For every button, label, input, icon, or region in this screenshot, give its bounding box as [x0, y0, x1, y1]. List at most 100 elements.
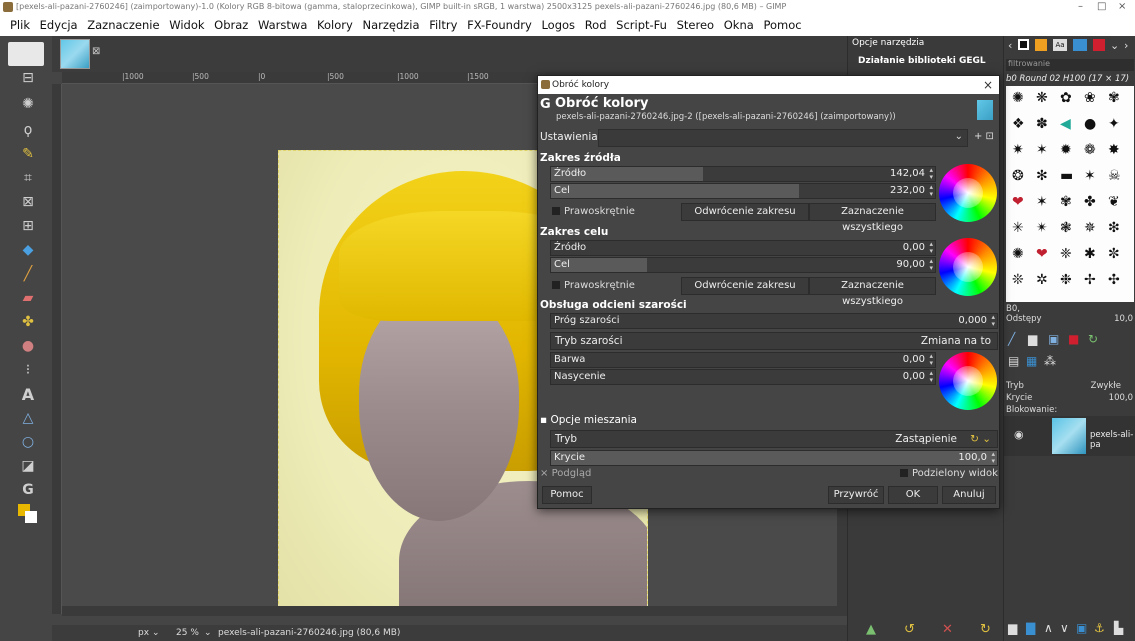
source-from-slider[interactable]: Źródło 142,04 ▴ ▾ [550, 166, 936, 182]
tool-options-tab[interactable]: Opcje narzędzia [852, 38, 924, 48]
bucket-fill-icon[interactable]: ◆ [18, 240, 38, 260]
duplicate-layer-icon[interactable]: ▣ [1076, 621, 1087, 635]
reset-icon[interactable]: ↻ [980, 622, 991, 637]
new-brush-icon[interactable]: ▆ [1028, 332, 1037, 346]
dest-color-wheel[interactable] [939, 238, 997, 296]
blending-options-toggle[interactable]: ▪ Opcje mieszania [540, 414, 637, 426]
horizontal-scrollbar[interactable] [62, 606, 847, 616]
source-select-all-button[interactable]: Zaznaczenie wszystkiego [809, 203, 936, 233]
menu-warstwa[interactable]: Warstwa [258, 18, 307, 32]
restore-icon[interactable]: ↺ [904, 622, 915, 637]
paintbrush-icon[interactable]: ╱ [18, 264, 38, 284]
brush-filter-input[interactable]: filtrowanie [1006, 59, 1134, 71]
menu-fx-foundry[interactable]: FX-Foundry [467, 18, 532, 32]
close-window-button[interactable]: × [1118, 0, 1126, 14]
duplicate-brush-icon[interactable]: ▣ [1048, 332, 1059, 346]
channels-tab-icon[interactable]: ▦ [1026, 354, 1037, 368]
brush-tab-icon[interactable] [1018, 39, 1029, 50]
dest-to-slider[interactable]: Cel 90,00 ▴ ▾ [550, 257, 936, 273]
reset-button[interactable]: Przywróć [828, 486, 884, 504]
unit-selector[interactable]: px [138, 625, 149, 641]
tab-close-icon[interactable]: ⊠ [92, 46, 100, 57]
unified-transform-icon[interactable]: ⊠ [18, 192, 38, 212]
spin-arrows-icon[interactable]: ▴ ▾ [929, 353, 933, 367]
spin-arrows-icon[interactable]: ▴ ▾ [929, 258, 933, 272]
menu-obraz[interactable]: Obraz [214, 18, 248, 32]
raise-layer-icon[interactable]: ∧ [1044, 621, 1053, 635]
pattern-tab-icon[interactable] [1035, 39, 1047, 51]
maximize-button[interactable]: □ [1097, 0, 1106, 14]
delete-brush-icon[interactable]: ■ [1068, 332, 1079, 346]
image-tab-thumbnail[interactable] [60, 39, 90, 69]
warp-transform-icon[interactable]: ⊞ [18, 216, 38, 236]
preview-checkbox[interactable]: × Podgląd [540, 468, 591, 479]
menu-rod[interactable]: Rod [585, 18, 607, 32]
refresh-brushes-icon[interactable]: ↻ [1088, 332, 1098, 346]
menu-stereo[interactable]: Stereo [677, 18, 714, 32]
lasso-icon[interactable]: ϙ [18, 120, 38, 140]
slider-value[interactable]: 142,04 [890, 168, 925, 179]
spin-arrows-icon[interactable]: ▴ ▾ [929, 241, 933, 255]
chevron-down-icon[interactable]: ⌄ [1110, 39, 1119, 52]
dest-select-all-button[interactable]: Zaznaczenie wszystkiego [809, 277, 936, 307]
lower-layer-icon[interactable]: ∨ [1060, 621, 1069, 635]
dest-clockwise-checkbox[interactable]: Prawoskrętnie [552, 280, 635, 291]
fuzzy-select-icon[interactable]: ✎ [18, 144, 38, 164]
slider-value[interactable]: 232,00 [890, 185, 925, 196]
eraser-icon[interactable]: ▰ [18, 288, 38, 308]
chevron-left-icon[interactable]: ‹ [1008, 39, 1012, 52]
ok-button[interactable]: OK [888, 486, 938, 504]
slider-value[interactable]: 0,00 [903, 242, 925, 253]
dialog-close-icon[interactable]: × [983, 76, 993, 94]
spin-arrows-icon[interactable]: ▴ ▾ [929, 184, 933, 198]
menu-narzedzia[interactable]: Narzędzia [362, 18, 419, 32]
layer-group-icon[interactable]: ▇ [1026, 621, 1035, 635]
blend-mode-combo[interactable]: Tryb Zastąpienie ↻ ⌄ [550, 430, 998, 448]
slider-value[interactable]: 0,000 [958, 315, 987, 326]
gray-mode-combo[interactable]: Tryb szarości Zmiana na to [550, 332, 998, 350]
new-layer-icon[interactable]: ▆ [1008, 621, 1017, 635]
zoom-icon[interactable]: ○ [18, 432, 38, 452]
menu-edycja[interactable]: Edycja [40, 18, 78, 32]
slider-value[interactable]: 0,00 [903, 371, 925, 382]
dest-from-slider[interactable]: Źródło 0,00 ▴ ▾ [550, 240, 936, 256]
help-button[interactable]: Pomoc [542, 486, 592, 504]
layers-tab-icon[interactable]: ▤ [1008, 354, 1019, 368]
menu-zaznaczenie[interactable]: Zaznaczenie [87, 18, 159, 32]
minimize-button[interactable]: – [1078, 0, 1083, 14]
menu-logos[interactable]: Logos [541, 18, 575, 32]
menu-filtry[interactable]: Filtry [429, 18, 457, 32]
source-clockwise-checkbox[interactable]: Prawoskrętnie [552, 206, 635, 217]
heal-icon[interactable]: ✤ [18, 312, 38, 332]
rect-select-icon[interactable]: ✺ [18, 94, 38, 114]
delete-icon[interactable]: ✕ [942, 622, 953, 637]
source-color-wheel[interactable] [939, 164, 997, 222]
crop-icon[interactable]: ⌗ [18, 168, 38, 188]
gray-color-wheel[interactable] [939, 352, 997, 410]
layer-row[interactable]: ◉ pexels-ali-pa [1004, 416, 1135, 456]
presets-dropdown[interactable]: ⌄ [598, 129, 968, 147]
menu-plik[interactable]: Plik [10, 18, 30, 32]
anchor-layer-icon[interactable]: ⚓ [1094, 621, 1105, 635]
spin-arrows-icon[interactable]: ▴ ▾ [991, 451, 995, 465]
presets-add-icon[interactable]: + ⊡ [974, 131, 994, 142]
document-history-icon[interactable] [1073, 39, 1087, 51]
gray-hue-slider[interactable]: Barwa 0,00 ▴ ▾ [550, 352, 936, 368]
edit-brush-icon[interactable]: ╱ [1008, 332, 1015, 346]
text-tool-icon[interactable]: A [18, 384, 38, 404]
slider-value[interactable]: 100,0 [958, 452, 987, 463]
layer-mode-value[interactable]: Zwykłe [1091, 381, 1121, 391]
gray-saturation-slider[interactable]: Nasycenie 0,00 ▴ ▾ [550, 369, 936, 385]
blend-opacity-slider[interactable]: Krycie 100,0 ▴ ▾ [550, 450, 998, 466]
swap-icon[interactable]: ↻ ⌄ [970, 431, 991, 447]
gegl-tool-icon[interactable]: G [18, 480, 38, 500]
menu-kolory[interactable]: Kolory [317, 18, 353, 32]
mask-layer-icon[interactable]: ▙ [1114, 621, 1123, 635]
dest-invert-button[interactable]: Odwrócenie zakresu [681, 277, 809, 295]
slider-value[interactable]: 0,00 [903, 354, 925, 365]
source-invert-button[interactable]: Odwrócenie zakresu [681, 203, 809, 221]
brush-grid[interactable]: ✺ ❋ ✿ ❀ ✾ ❖ ✽ ◀ ● ✦ ✷ ✶ ✹ ❁ ✸ ❂ ✻ ▬ ✶ ☠ ❤ ✶ ✾ ✤ ❦ ✳ ✴ ❃ ✵ ❇ ✺ ❤ ❈ ✱… [1006, 86, 1134, 302]
menu-okna[interactable]: Okna [724, 18, 754, 32]
chevron-right-icon[interactable]: › [1124, 39, 1128, 52]
save-preset-icon[interactable]: ▲ [866, 622, 876, 637]
